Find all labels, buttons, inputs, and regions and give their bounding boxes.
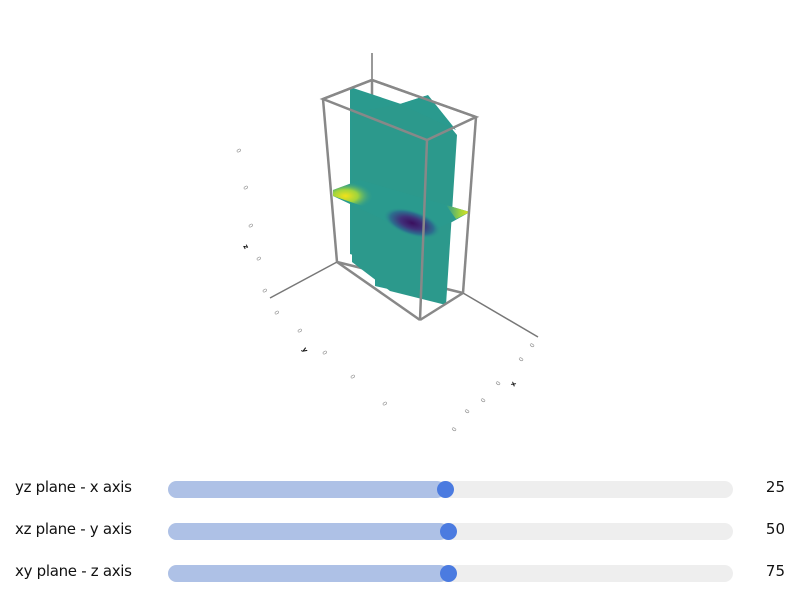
svg-text:0: 0 [348,374,356,381]
slider-value-xy-plane: 75 [765,562,785,580]
x-axis-ticks: 0 0 x 0 0 0 0 [451,342,537,433]
svg-text:0: 0 [254,256,262,263]
x-axis-line [462,292,539,338]
y-axis-label: y [300,346,309,354]
svg-text:0: 0 [529,342,537,349]
svg-text:0: 0 [380,401,388,408]
slider-row-xz-plane: xz plane - y axis 50 [0,516,800,546]
slider-fill [168,481,445,498]
slider-label-xz-plane: xz plane - y axis [15,520,132,538]
svg-text:0: 0 [320,350,328,357]
slider-label-xy-plane: xy plane - z axis [15,562,132,580]
slider-thumb-xz-plane[interactable] [439,523,457,540]
slider-fill [168,565,448,582]
svg-text:0: 0 [495,380,503,387]
svg-text:0: 0 [272,310,280,317]
x-axis-label: x [509,380,518,388]
svg-text:0: 0 [518,356,526,363]
slider-thumb-xy-plane[interactable] [439,565,457,582]
svg-text:0: 0 [295,328,303,335]
svg-text:0: 0 [241,185,249,192]
z-axis-ticks: 0 0 0 z 0 0 [234,148,268,295]
y-axis-line [269,261,338,299]
svg-text:0: 0 [464,408,472,415]
svg-text:0: 0 [234,148,242,155]
slider-value-yz-plane: 25 [765,478,785,496]
slider-thumb-yz-plane[interactable] [436,481,454,498]
slider-label-yz-plane: yz plane - x axis [15,478,132,496]
z-axis-label: z [241,243,250,251]
slider-fill [168,523,448,540]
3d-volume-slice-view[interactable]: 0 0 0 z 0 0 0 0 y 0 0 0 0 0 x 0 0 0 0 [0,0,800,460]
slider-track-xz-plane[interactable] [168,523,733,540]
slider-track-yz-plane[interactable] [168,481,733,498]
slider-value-xz-plane: 50 [765,520,785,538]
svg-text:0: 0 [480,397,488,404]
slider-row-xy-plane: xy plane - z axis 75 [0,558,800,588]
svg-text:0: 0 [260,288,268,295]
slider-track-xy-plane[interactable] [168,565,733,582]
y-axis-ticks: 0 0 y 0 0 0 [272,310,388,408]
svg-text:0: 0 [451,426,459,433]
slider-row-yz-plane: yz plane - x axis 25 [0,474,800,504]
svg-text:0: 0 [246,223,254,230]
